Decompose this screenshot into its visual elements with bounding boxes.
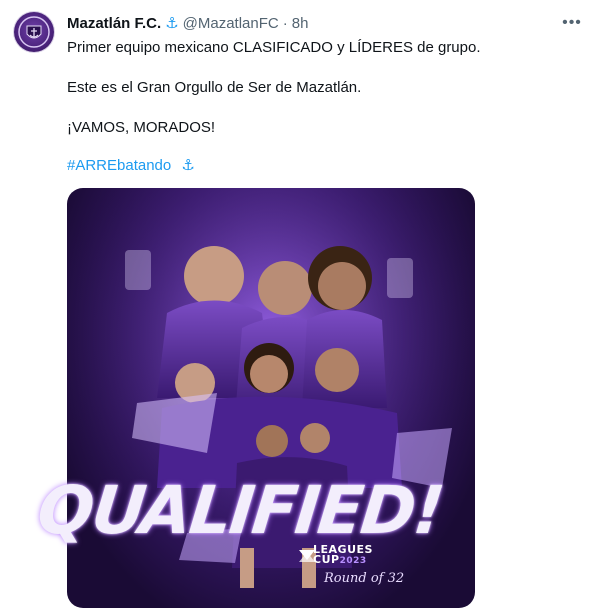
- tweet-header: Mazatlán F.C. ⚓ @MazatlanFC · 8h: [67, 13, 308, 33]
- tweet[interactable]: Mazatlán F.C. ⚓ @MazatlanFC · 8h ••• Pri…: [0, 0, 597, 608]
- leagues-cup-word: CUP: [313, 553, 340, 566]
- separator: ·: [282, 14, 288, 32]
- club-crest-icon: [18, 16, 50, 48]
- tweet-text-line-3: ¡VAMOS, MORADOS!: [67, 119, 216, 136]
- round-of-32-label: Round of 32: [324, 571, 405, 586]
- timestamp[interactable]: 8h: [292, 15, 309, 32]
- hashtag-line: #ARREbatando ⚓: [67, 156, 195, 176]
- more-options-icon[interactable]: •••: [561, 14, 583, 32]
- anchor-icon: ⚓: [165, 15, 179, 32]
- leagues-cup-year: 2023: [339, 556, 367, 566]
- avatar[interactable]: [14, 12, 54, 52]
- leagues-cup-line-2: CUP2023: [313, 553, 373, 566]
- qualified-headline: QUALIFIED!: [33, 472, 447, 549]
- anchor-icon: ⚓: [181, 157, 195, 174]
- leagues-cup-logo: LEAGUES CUP2023: [313, 544, 373, 566]
- author-name[interactable]: Mazatlán F.C.: [67, 15, 161, 32]
- author-handle[interactable]: @MazatlanFC: [183, 15, 279, 32]
- tweet-text-line-1: Primer equipo mexicano CLASIFICADO y LÍD…: [67, 39, 481, 56]
- tweet-text-line-2: Este es el Gran Orgullo de Ser de Mazatl…: [67, 79, 362, 96]
- hashtag-link[interactable]: #ARREbatando: [67, 157, 171, 174]
